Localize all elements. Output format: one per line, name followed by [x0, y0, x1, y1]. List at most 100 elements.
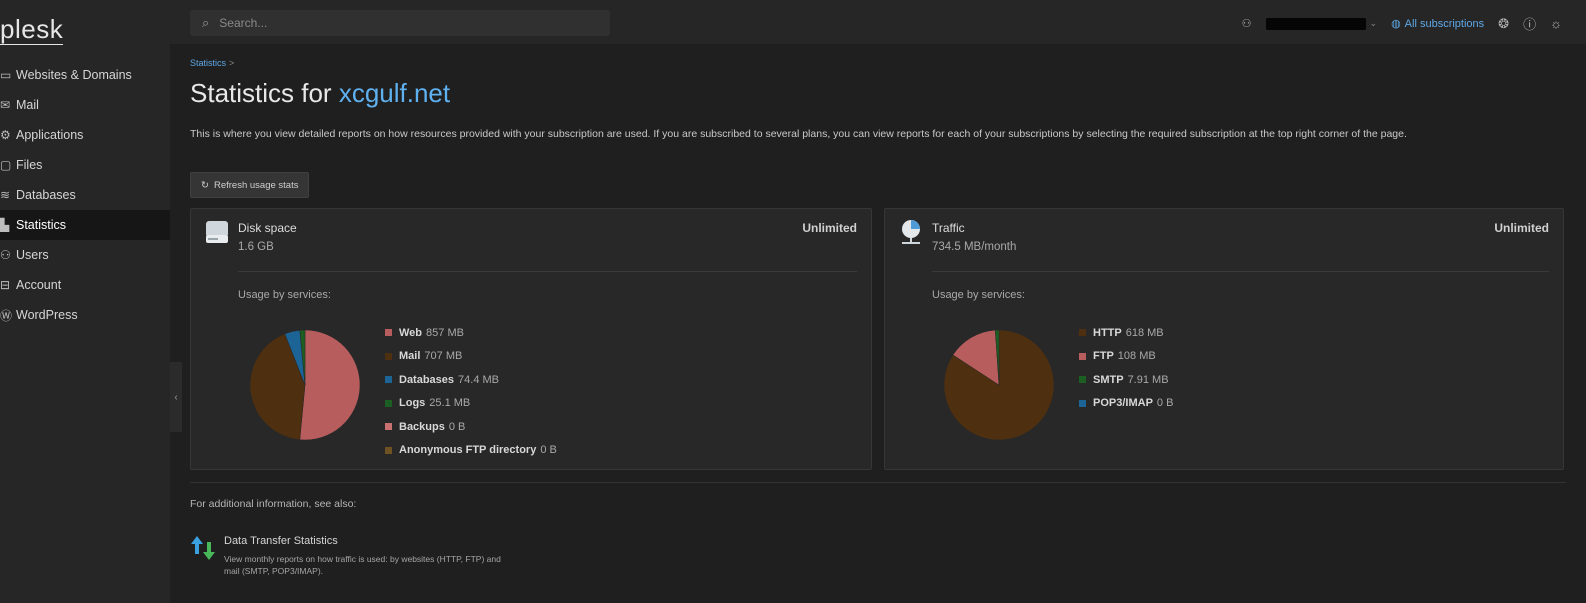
gear-icon: ⚙: [0, 128, 11, 142]
legend-name: POP3/IMAP: [1093, 397, 1153, 410]
disk-space-limit: Unlimited: [802, 221, 857, 235]
legend-swatch: [1079, 352, 1086, 360]
legend-swatch: [1079, 376, 1086, 384]
search-icon: ⌕: [202, 15, 210, 30]
traffic-limit: Unlimited: [1494, 221, 1549, 235]
legend-swatch: [385, 399, 392, 407]
traffic-usage-pie-chart: [943, 329, 1055, 441]
topbar-actions: ⚇ ⌄ ◍ All subscriptions ❂ ⓘ ☼: [1242, 14, 1562, 33]
chevron-left-icon: ‹: [174, 391, 178, 403]
subscriptions-selector[interactable]: ◍ All subscriptions: [1391, 17, 1485, 31]
page-description: This is where you view detailed reports …: [190, 128, 1407, 140]
support-icon[interactable]: ❂: [1498, 16, 1509, 32]
sidebar-item-users[interactable]: ⚇ Users: [0, 240, 170, 270]
sidebar-item-label: Mail: [16, 98, 39, 112]
legend-name: FTP: [1093, 350, 1114, 363]
page-title-domain: xcgulf.net: [338, 78, 451, 108]
breadcrumb-link-statistics[interactable]: Statistics: [190, 58, 226, 68]
legend-name: Logs: [399, 397, 426, 410]
legend-name: Mail: [399, 350, 421, 363]
search-box: ⌕: [190, 10, 610, 36]
legend-swatch: [385, 329, 392, 337]
refresh-icon: ↻: [201, 179, 209, 191]
user-icon: ⚇: [1241, 18, 1252, 30]
legend-swatch: [1079, 399, 1086, 407]
legend-item-anonymous-ftp: Anonymous FTP directory 0 B: [385, 439, 557, 463]
data-transfer-statistics-description: View monthly reports on how traffic is u…: [224, 554, 501, 576]
traffic-card: Traffic 734.5 MB/month Unlimited Usage b…: [884, 208, 1564, 470]
section-divider: [190, 482, 1566, 483]
mail-icon: ✉: [0, 98, 11, 112]
sidebar-item-label: Databases: [16, 188, 76, 202]
legend-swatch: [385, 423, 392, 431]
hard-drive-icon: [206, 221, 228, 243]
legend-value: 857 MB: [426, 326, 464, 339]
sidebar-item-label: Users: [16, 248, 49, 262]
legend-item-logs: Logs 25.1 MB: [385, 392, 557, 416]
pie-slice-web: [299, 329, 361, 441]
folder-icon: ▢: [0, 158, 12, 172]
legend-name: Backups: [399, 420, 445, 433]
legend-name: SMTP: [1093, 373, 1124, 386]
sidebar-item-applications[interactable]: ⚙ Applications: [0, 120, 170, 150]
search-input[interactable]: [217, 15, 582, 31]
traffic-usage-label: Usage by services:: [932, 289, 1025, 301]
disk-usage-legend: Web 857 MB Mail 707 MB Databases 74.4 MB Lo…: [385, 321, 557, 462]
database-icon: ≋: [0, 188, 11, 202]
sidebar-item-label: WordPress: [16, 308, 78, 322]
disk-space-value: 1.6 GB: [238, 241, 274, 253]
help-icon[interactable]: ⓘ: [1523, 14, 1536, 33]
legend-name: Anonymous FTP directory: [399, 444, 537, 457]
card-divider: [932, 271, 1549, 272]
traffic-value: 734.5 MB/month: [932, 241, 1017, 253]
legend-swatch: [385, 446, 392, 454]
logo-text: plesk: [0, 14, 64, 45]
legend-item-ftp: FTP 108 MB: [1079, 345, 1173, 369]
subscriptions-label: All subscriptions: [1404, 17, 1485, 30]
topbar: ⌕ ⚇ ⌄ ◍ All subscriptions ❂ ⓘ ☼: [170, 0, 1586, 44]
sidebar-item-label: Account: [16, 278, 62, 292]
legend-value: 108 MB: [1117, 350, 1156, 363]
user-name-redacted[interactable]: [1265, 17, 1366, 30]
wordpress-icon: Ⓦ: [0, 308, 13, 323]
data-transfer-icon: [191, 536, 215, 560]
legend-name: HTTP: [1093, 326, 1122, 339]
legend-name: Web: [399, 326, 423, 339]
card-divider: [238, 271, 857, 272]
sidebar-item-statistics[interactable]: ▙ Statistics: [0, 210, 170, 240]
sidebar-item-files[interactable]: ▢ Files: [0, 150, 170, 180]
data-transfer-statistics-link[interactable]: Data Transfer Statistics: [224, 535, 338, 547]
bar-chart-icon: ▙: [0, 218, 10, 232]
sidebar-item-wordpress[interactable]: Ⓦ WordPress: [0, 300, 170, 330]
refresh-usage-stats-button[interactable]: ↻ Refresh usage stats: [190, 172, 310, 198]
disk-space-title: Disk space: [238, 221, 297, 235]
legend-item-http: HTTP 618 MB: [1079, 321, 1173, 345]
globe-icon: ◍: [1391, 18, 1401, 30]
sidebar-collapse-handle[interactable]: ‹: [170, 362, 182, 432]
sidebar: plesk ▭ Websites & Domains ✉ Mail ⚙ Applica…: [0, 0, 170, 603]
legend-item-mail: Mail 707 MB: [385, 345, 557, 369]
disk-usage-label: Usage by services:: [238, 289, 331, 301]
legend-value: 0 B: [448, 420, 466, 433]
legend-item-backups: Backups 0 B: [385, 415, 557, 439]
traffic-usage-legend: HTTP 618 MB FTP 108 MB SMTP 7.91 MB POP3/IM…: [1079, 321, 1173, 415]
legend-value: 74.4 MB: [458, 373, 500, 386]
breadcrumb: Statistics >: [190, 58, 234, 68]
legend-item-web: Web 857 MB: [385, 321, 557, 345]
sidebar-item-mail[interactable]: ✉ Mail: [0, 90, 170, 120]
account-icon: ⊟: [0, 278, 11, 292]
legend-value: 25.1 MB: [429, 397, 471, 410]
sidebar-item-label: Statistics: [16, 218, 67, 232]
sidebar-item-websites-domains[interactable]: ▭ Websites & Domains: [0, 60, 170, 90]
page-title: Statistics for xcgulf.net: [190, 78, 450, 109]
sidebar-item-label: Files: [16, 158, 43, 172]
legend-value: 7.91 MB: [1127, 373, 1169, 386]
traffic-globe-icon: [902, 220, 920, 244]
settings-icon[interactable]: ☼: [1550, 16, 1562, 31]
legend-name: Databases: [399, 373, 455, 386]
legend-value: 707 MB: [424, 350, 463, 363]
logo[interactable]: plesk: [0, 14, 64, 45]
sidebar-item-label: Applications: [16, 128, 84, 142]
sidebar-item-account[interactable]: ⊟ Account: [0, 270, 170, 300]
sidebar-item-databases[interactable]: ≋ Databases: [0, 180, 170, 210]
